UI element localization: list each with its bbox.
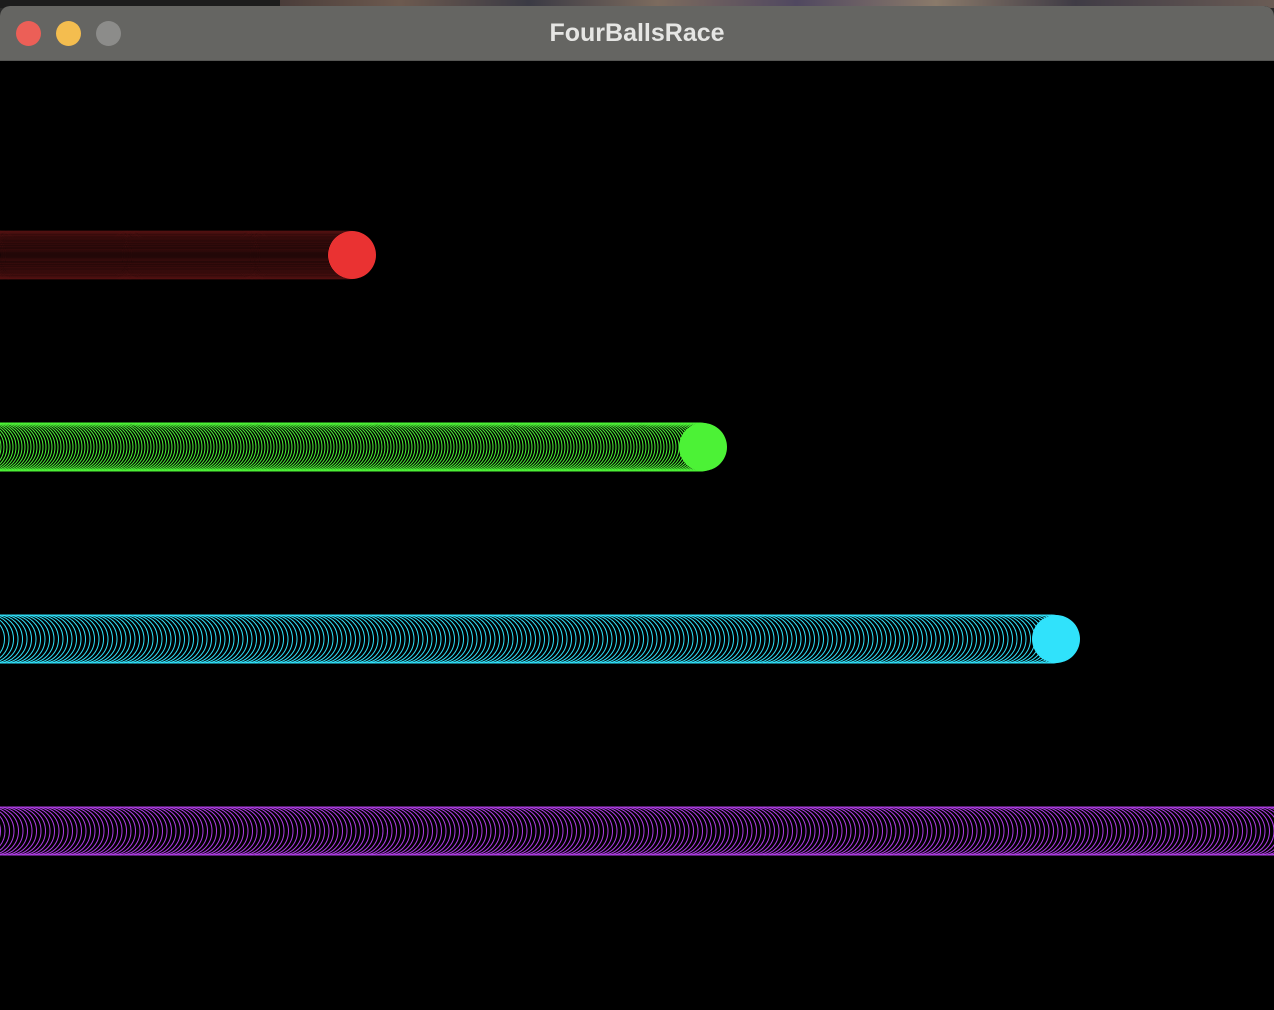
lane-purple <box>0 806 1274 856</box>
title-bar[interactable]: FourBallsRace <box>0 6 1274 61</box>
ball-green <box>679 423 727 471</box>
lane-green <box>0 422 727 472</box>
trail-red <box>0 230 375 280</box>
trail-purple <box>0 806 1274 856</box>
race-track <box>0 230 1274 856</box>
trail-green <box>0 422 725 472</box>
lane-cyan <box>0 614 1080 664</box>
ball-red <box>328 231 376 279</box>
trail-cyan <box>0 614 1076 664</box>
lane-red <box>0 230 376 280</box>
ball-cyan <box>1032 615 1080 663</box>
app-window: FourBallsRace <box>0 6 1274 1010</box>
race-canvas <box>0 61 1274 1010</box>
window-title: FourBallsRace <box>549 19 725 47</box>
